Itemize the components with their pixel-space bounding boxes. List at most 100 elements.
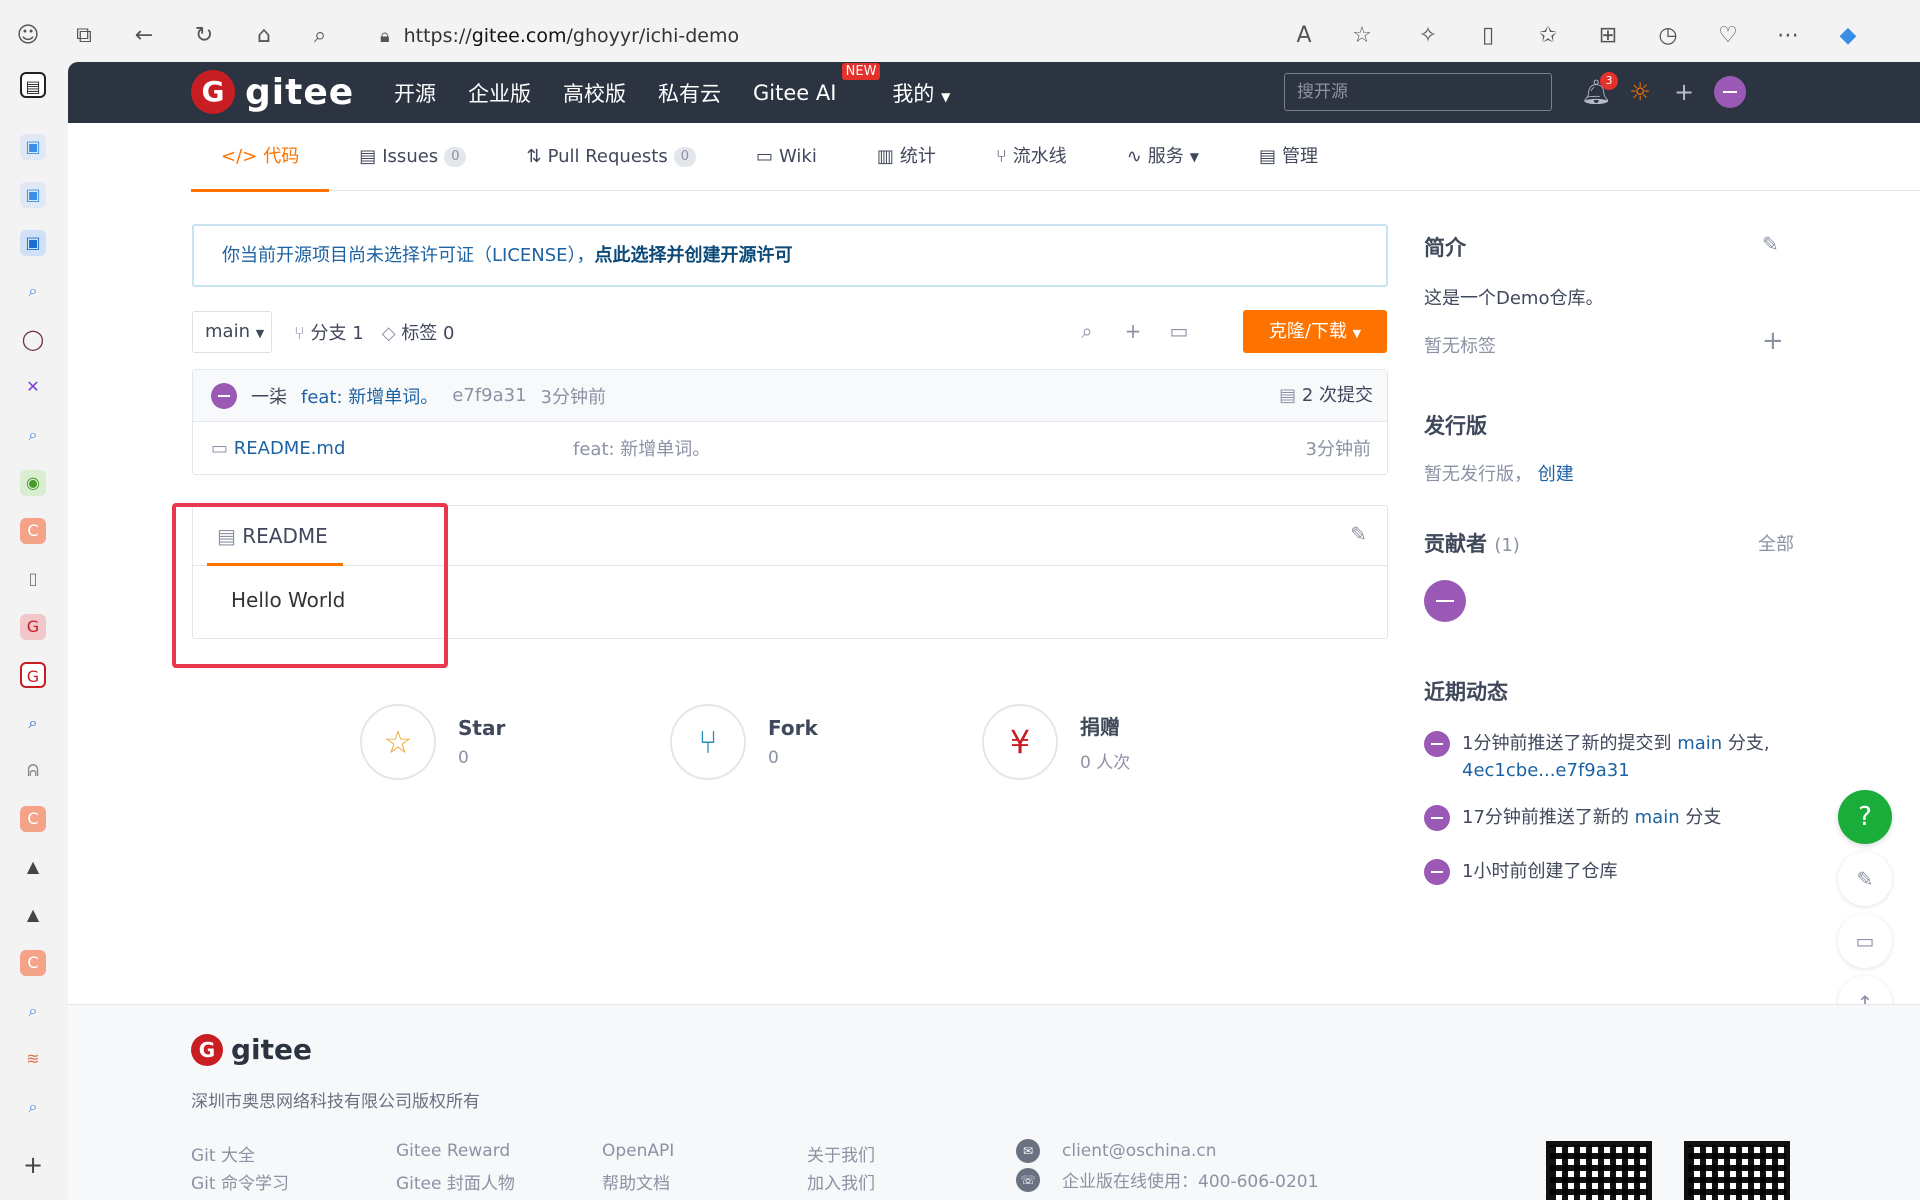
branches-link[interactable]: ⑂ 分支 1 — [294, 319, 364, 345]
commit-count-link[interactable]: ▤ 2 次提交 — [1279, 370, 1373, 422]
commit-author-avatar[interactable] — [211, 382, 237, 409]
add-tag-icon[interactable]: + — [1762, 326, 1784, 356]
chat-app-icon[interactable]: ◉ — [20, 470, 46, 496]
file-commit-message[interactable]: feat: 新增单词。 — [573, 435, 710, 461]
read-aloud-icon[interactable]: A — [1290, 22, 1318, 50]
footer-link-git-commands[interactable]: Git 命令学习 — [191, 1169, 289, 1194]
profile-avatar-icon[interactable]: ☺ — [14, 22, 42, 50]
gitee-logo[interactable]: G gitee — [191, 70, 354, 114]
contributor-avatar[interactable] — [1424, 580, 1466, 622]
message-button[interactable]: ▭ — [1838, 914, 1892, 968]
footer-link-gitee-reward[interactable]: Gitee Reward — [396, 1141, 510, 1161]
add-sidebar-icon[interactable]: + — [20, 1152, 46, 1178]
tab-issues[interactable]: ▤ Issues 0 — [329, 123, 496, 191]
translate-icon[interactable]: ᕱ — [20, 758, 46, 784]
tags-link[interactable]: ◇ 标签 0 — [382, 319, 455, 345]
favorites-icon[interactable]: ✩ — [1534, 22, 1562, 50]
activity-avatar[interactable] — [1424, 859, 1450, 885]
help-button[interactable]: ? — [1838, 790, 1892, 844]
stack-icon[interactable]: ≋ — [20, 1046, 46, 1072]
circle-app-icon[interactable]: ◯ — [20, 326, 46, 352]
notification-bell-icon[interactable]: 🔔︎ 3 — [1580, 72, 1618, 108]
bilibili-icon-2[interactable]: ▣ — [20, 182, 46, 208]
gitee-sidebar-icon[interactable]: G — [20, 614, 46, 640]
commit-author[interactable]: 一柒 — [251, 383, 287, 409]
tab-pipeline[interactable]: ⑂ 流水线 — [966, 123, 1097, 191]
create-plus-icon[interactable]: + — [1668, 76, 1700, 108]
tab-pull-requests[interactable]: ⇅ Pull Requests 0 — [496, 123, 726, 191]
license-create-link[interactable]: 点此选择并创建开源许可 — [595, 245, 793, 266]
activity-compare-link[interactable]: 4ec1cbe...e7f9a31 — [1462, 760, 1630, 781]
sidebar-search-icon-5[interactable]: ⌕ — [20, 1094, 46, 1120]
nav-item-private-cloud[interactable]: 私有云 — [658, 78, 721, 108]
nav-item-enterprise[interactable]: 企业版 — [468, 78, 531, 108]
sidebar-search-icon-2[interactable]: ⌕ — [20, 422, 46, 448]
history-icon[interactable]: ◷ — [1654, 22, 1682, 50]
file-name-link[interactable]: ▭ README.md — [211, 438, 345, 459]
all-contributors-link[interactable]: 全部 — [1758, 530, 1794, 556]
activity-avatar[interactable] — [1424, 805, 1450, 831]
copilot-icon[interactable]: ◆ — [1834, 22, 1862, 50]
edit-intro-icon[interactable]: ✎ — [1762, 232, 1779, 256]
back-icon[interactable]: ← — [130, 22, 158, 50]
more-menu-icon[interactable]: ⋯ — [1774, 22, 1802, 50]
footer-link-join[interactable]: 加入我们 — [807, 1169, 875, 1194]
file-search-icon[interactable]: ⌕ — [1072, 316, 1102, 346]
footer-logo[interactable]: G gitee — [191, 1033, 312, 1066]
gitee-active-icon[interactable]: G — [20, 662, 46, 688]
activity-branch-link[interactable]: main — [1677, 733, 1722, 754]
tab-code[interactable]: </> 代码 — [191, 123, 330, 192]
footer-link-gitee-cover[interactable]: Gitee 封面人物 — [396, 1169, 515, 1194]
csdn-icon-3[interactable]: C — [20, 950, 46, 976]
tab-service[interactable]: ∿ 服务 ▼ — [1097, 123, 1229, 191]
commit-hash[interactable]: e7f9a31 — [452, 385, 526, 406]
user-avatar-menu[interactable] — [1714, 76, 1746, 108]
footer-email-text[interactable]: client@oschina.cn — [1062, 1141, 1217, 1161]
footer-link-git-guide[interactable]: Git 大全 — [191, 1141, 255, 1166]
footer-link-help-docs[interactable]: 帮助文档 — [602, 1169, 670, 1194]
sidebar-search-icon[interactable]: ⌕ — [20, 278, 46, 304]
health-icon[interactable]: ♡ — [1714, 22, 1742, 50]
nav-item-mine[interactable]: 我的 ▼ — [892, 78, 950, 108]
add-file-icon[interactable]: + — [1118, 316, 1148, 346]
tab-manage[interactable]: ▤ 管理 — [1229, 123, 1348, 191]
feedback-button[interactable]: ✎ — [1838, 852, 1892, 906]
csdn-icon[interactable]: C — [20, 518, 46, 544]
activity-branch-link[interactable]: main — [1635, 807, 1680, 828]
create-release-link[interactable]: 创建 — [1538, 464, 1574, 485]
lightbulb-icon[interactable]: ☼ — [1624, 76, 1656, 108]
bilibili-icon-3[interactable]: ▣ — [20, 230, 46, 256]
star-stat[interactable]: ☆ Star 0 — [360, 704, 505, 780]
graduation-icon-2[interactable]: ▲ — [20, 902, 46, 928]
nav-search-input[interactable]: 搜开源 — [1284, 73, 1552, 111]
document-icon[interactable]: ▯ — [20, 566, 46, 592]
tabs-icon[interactable]: ⧉ — [70, 22, 98, 50]
nav-item-gitee-ai[interactable]: Gitee AI NEW — [753, 62, 881, 105]
tab-stats[interactable]: ▥ 统计 — [847, 123, 966, 191]
nav-item-opensource[interactable]: 开源 — [394, 78, 436, 108]
activity-avatar[interactable] — [1424, 731, 1450, 757]
sidebar-search-icon-4[interactable]: ⌕ — [20, 998, 46, 1024]
branch-selector[interactable]: main ▼ — [192, 311, 272, 353]
web-ide-icon[interactable]: ▭ — [1164, 316, 1194, 346]
footer-link-openapi[interactable]: OpenAPI — [602, 1141, 674, 1161]
split-screen-icon[interactable]: ▯ — [1474, 22, 1502, 50]
bilibili-icon[interactable]: ▣ — [20, 134, 46, 160]
graduation-icon[interactable]: ▲ — [20, 854, 46, 880]
sidebar-search-icon-3[interactable]: ⌕ — [20, 710, 46, 736]
edit-readme-icon[interactable]: ✎ — [1350, 522, 1367, 546]
address-bar[interactable]: 🔒︎ https://gitee.com/ghoyyr/ichi-demo — [380, 20, 739, 52]
clone-download-button[interactable]: 克隆/下载 ▼ — [1243, 310, 1387, 353]
nav-item-education[interactable]: 高校版 — [563, 78, 626, 108]
search-icon[interactable]: ⌕ — [306, 22, 334, 50]
collections-icon[interactable]: ⊞ — [1594, 22, 1622, 50]
favorite-star-icon[interactable]: ☆ — [1348, 22, 1376, 50]
sidebar-tabs-icon[interactable]: ▤ — [20, 72, 46, 98]
x-app-icon[interactable]: ✕ — [20, 374, 46, 400]
donate-stat[interactable]: ¥ 捐赠 0 人次 — [982, 704, 1130, 780]
home-icon[interactable]: ⌂ — [250, 22, 278, 50]
footer-link-about[interactable]: 关于我们 — [807, 1141, 875, 1166]
refresh-icon[interactable]: ↻ — [190, 22, 218, 50]
tab-wiki[interactable]: ▭ Wiki — [726, 123, 847, 191]
csdn-icon-2[interactable]: C — [20, 806, 46, 832]
